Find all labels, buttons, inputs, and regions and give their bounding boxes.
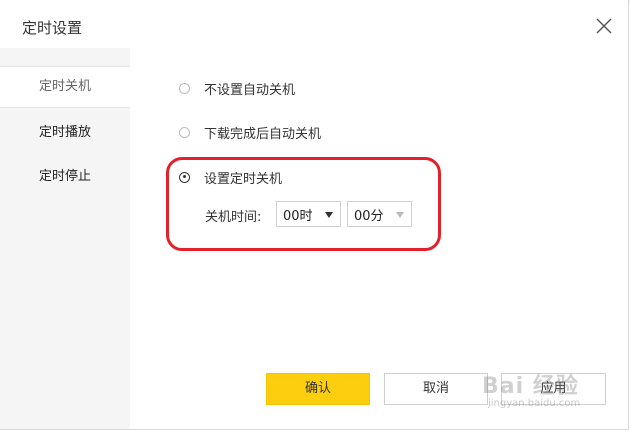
option-label: 不设置自动关机 [204,82,296,98]
close-button[interactable] [592,14,616,38]
option-no-auto-shutdown[interactable]: 不设置自动关机 [179,78,295,98]
option-label: 设置定时关机 [204,171,283,187]
minute-select[interactable]: 00分 [347,201,412,227]
sidebar-item-timed-stop[interactable]: 定时停止 [0,156,130,198]
radio-set-timed-shutdown[interactable] [179,171,190,183]
timer-settings-dialog: 定时设置 定时关机 定时播放 定时停止 不设置自动关机 下载完成后自动关机 设置… [0,0,629,430]
option-shutdown-after-download[interactable]: 下载完成后自动关机 [179,122,321,142]
sidebar: 定时关机 定时播放 定时停止 [0,48,130,429]
sidebar-item-timed-play[interactable]: 定时播放 [0,112,130,154]
cancel-button[interactable]: 取消 [384,373,488,405]
shutdown-time-label: 关机时间: [205,210,262,225]
chevron-down-icon [325,212,333,218]
hour-value: 00时 [283,208,313,224]
chevron-down-icon [396,212,404,218]
close-icon [596,18,612,34]
confirm-button[interactable]: 确认 [266,373,370,405]
hour-select[interactable]: 00时 [276,201,341,227]
apply-button[interactable]: 应用 [501,373,606,405]
option-set-timed-shutdown[interactable]: 设置定时关机 [179,167,282,187]
radio-no-auto-shutdown[interactable] [179,82,190,94]
minute-value: 00分 [354,208,384,224]
option-label: 下载完成后自动关机 [204,126,322,142]
dialog-title: 定时设置 [22,19,83,37]
radio-shutdown-after-download[interactable] [179,126,190,138]
sidebar-item-timed-shutdown[interactable]: 定时关机 [0,66,130,108]
